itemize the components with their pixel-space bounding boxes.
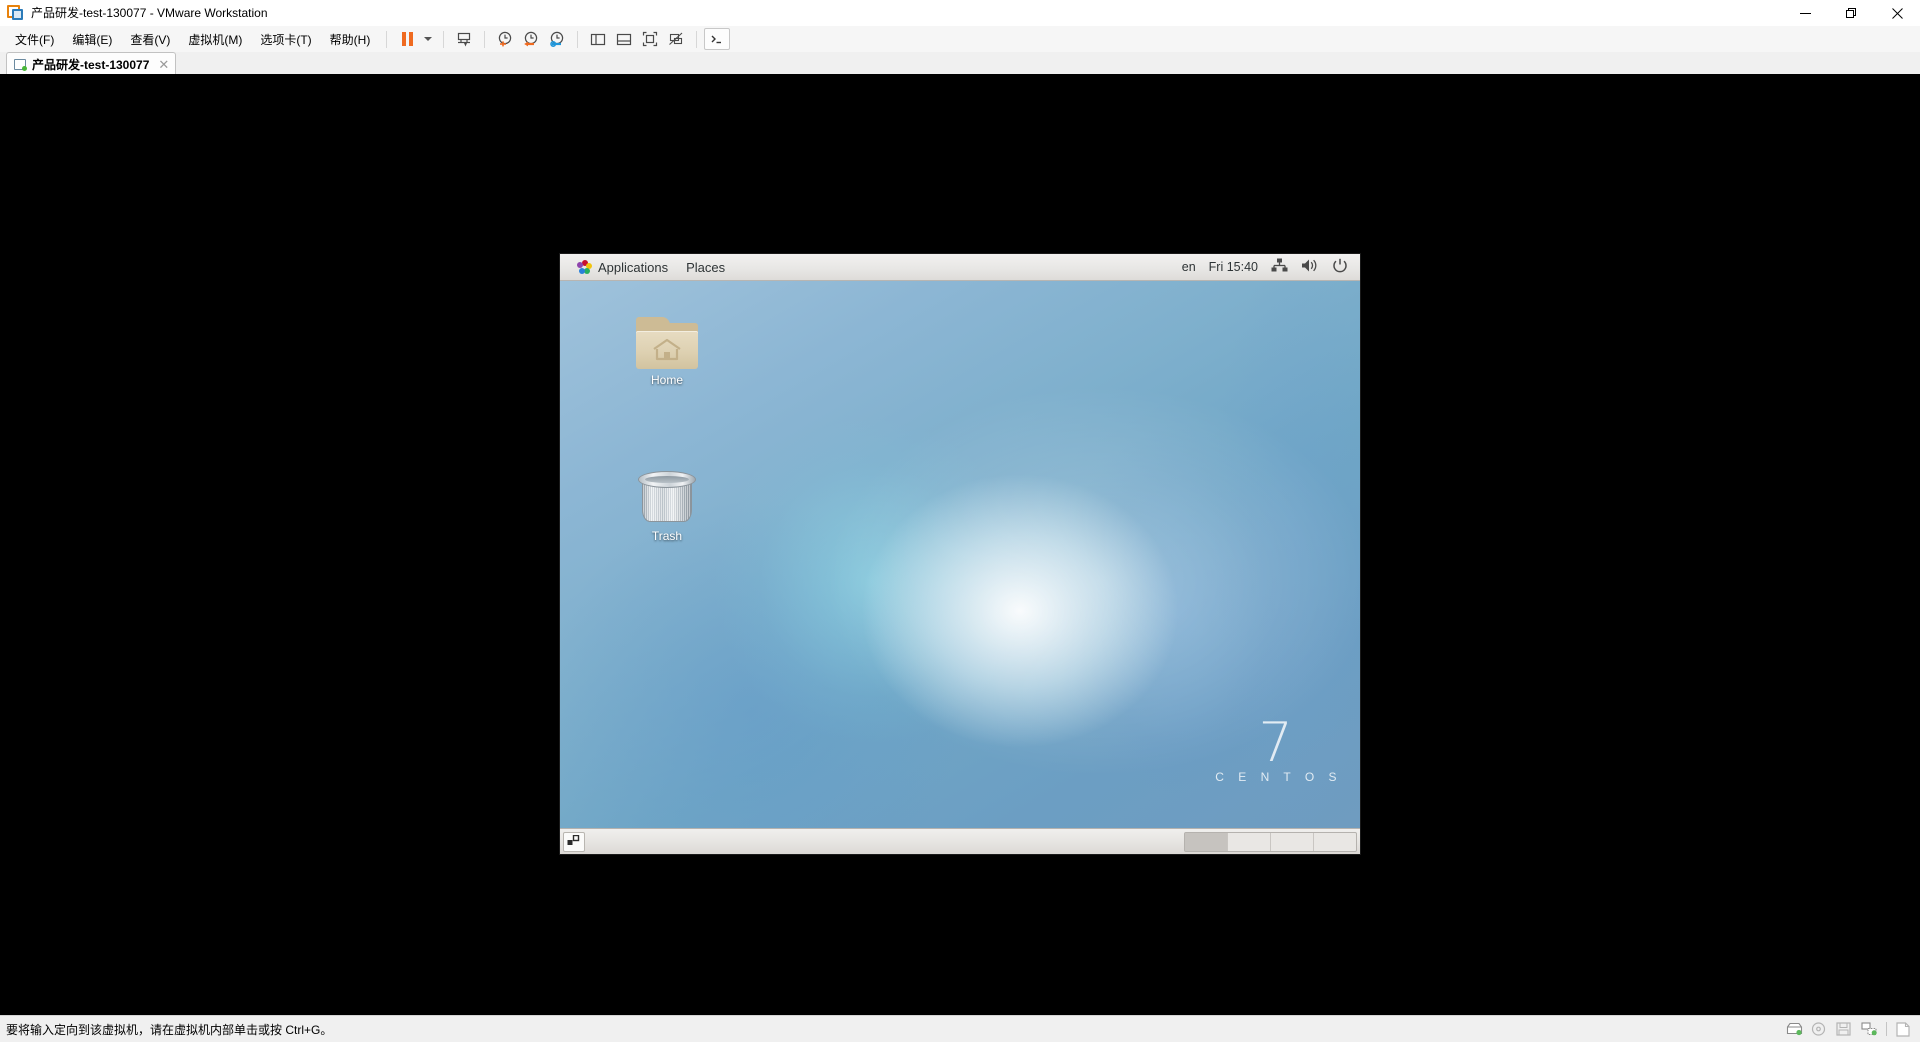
window-title: 产品研发-test-130077 - VMware Workstation	[31, 6, 268, 20]
show-library-button[interactable]	[585, 28, 611, 50]
statusbar-device-icons	[1786, 1022, 1920, 1037]
unity-mode-icon	[669, 32, 683, 45]
menu-edit[interactable]: 编辑(E)	[63, 28, 121, 51]
volume-icon[interactable]	[1301, 258, 1319, 276]
desktop-icon-home-label: Home	[650, 373, 683, 387]
applications-menu[interactable]: Applications	[568, 257, 677, 278]
restore-button[interactable]	[1828, 0, 1874, 26]
toolbar-separator-4	[577, 30, 579, 48]
workspace-4[interactable]	[1314, 832, 1356, 851]
toolbar-separator-2	[443, 30, 445, 48]
panel-bottom-icon	[617, 33, 632, 46]
statusbar-separator	[1886, 1022, 1887, 1036]
menu-tabs[interactable]: 选项卡(T)	[251, 28, 320, 51]
workspace-1[interactable]	[1185, 832, 1227, 851]
status-floppy-icon[interactable]	[1836, 1022, 1852, 1036]
desktop-icon-trash[interactable]: Trash	[624, 469, 710, 543]
centos-flower-icon	[577, 259, 592, 275]
power-dropdown-button[interactable]	[420, 28, 436, 50]
workspace-3[interactable]	[1271, 832, 1313, 851]
menu-view[interactable]: 查看(V)	[121, 28, 179, 51]
gnome-tray: en Fri 15:40	[1182, 258, 1352, 276]
menu-file[interactable]: 文件(F)	[6, 28, 63, 51]
applications-label: Applications	[598, 259, 669, 275]
minimize-button[interactable]	[1782, 0, 1828, 26]
status-cd-dvd-icon[interactable]	[1811, 1022, 1827, 1036]
clock-plus-icon	[499, 31, 512, 47]
terminal-icon	[711, 35, 722, 44]
places-menu[interactable]: Places	[677, 257, 734, 278]
guest-screen[interactable]: Applications Places en Fri 15:40 Home Tr…	[560, 254, 1360, 854]
vm-tab-product-rd[interactable]: 产品研发-test-130077 ✕	[6, 52, 177, 75]
panel-left-icon	[591, 33, 606, 46]
trash-can-icon	[638, 469, 696, 525]
vmware-workstation-icon	[7, 5, 23, 21]
desktop-icon-home[interactable]: Home	[624, 317, 710, 387]
show-thumbnail-bar-button[interactable]	[611, 28, 637, 50]
vm-tab-close-icon[interactable]: ✕	[158, 58, 169, 71]
clock[interactable]: Fri 15:40	[1209, 260, 1258, 274]
fullscreen-button[interactable]	[637, 28, 663, 50]
workspace-2[interactable]	[1228, 832, 1270, 851]
snapshot-icon	[458, 32, 471, 47]
home-folder-icon	[636, 317, 698, 369]
places-label: Places	[686, 259, 726, 275]
close-button[interactable]	[1874, 0, 1920, 26]
console-button[interactable]	[704, 28, 731, 50]
status-network-icon[interactable]	[1861, 1022, 1877, 1036]
revert-snapshot-button[interactable]	[518, 28, 544, 50]
chevron-down-icon	[424, 37, 433, 41]
take-snapshot-button[interactable]	[492, 28, 518, 50]
keyboard-layout-indicator[interactable]: en	[1182, 260, 1196, 274]
window-titlebar: 产品研发-test-130077 - VMware Workstation	[0, 0, 1920, 26]
toolbar-separator	[386, 30, 388, 48]
clock-back-icon	[524, 31, 538, 47]
snapshot-manager-button[interactable]	[544, 28, 570, 50]
toolbar-separator-5	[696, 30, 698, 48]
fullscreen-icon	[643, 31, 658, 47]
vm-tab-strip: 产品研发-test-130077 ✕	[0, 52, 1920, 76]
desktop-icon-layer: Home Trash	[560, 281, 1360, 828]
network-icon[interactable]	[1271, 258, 1288, 276]
desktop-icon-trash-label: Trash	[651, 529, 683, 543]
menu-help[interactable]: 帮助(H)	[321, 28, 380, 51]
status-printer-icon[interactable]	[1896, 1022, 1912, 1037]
show-desktop-icon	[567, 835, 580, 845]
unity-mode-button[interactable]	[663, 28, 689, 50]
pause-icon	[401, 32, 413, 46]
power-icon[interactable]	[1332, 258, 1348, 276]
workspace-switcher[interactable]	[1184, 831, 1357, 852]
vm-viewport[interactable]: Applications Places en Fri 15:40 Home Tr…	[0, 74, 1920, 1015]
toolbar-separator-3	[484, 30, 486, 48]
suspend-button[interactable]	[394, 28, 420, 50]
status-hard-disk-icon[interactable]	[1786, 1022, 1803, 1036]
menu-vm[interactable]: 虚拟机(M)	[179, 28, 251, 51]
vm-tab-label: 产品研发-test-130077	[32, 57, 150, 72]
gnome-top-panel: Applications Places en Fri 15:40	[560, 254, 1360, 281]
vm-powered-on-icon	[14, 58, 27, 71]
menu-toolbar-row: 文件(F) 编辑(E) 查看(V) 虚拟机(M) 选项卡(T) 帮助(H)	[0, 26, 1920, 52]
clock-settings-icon	[550, 31, 564, 48]
statusbar-message: 要将输入定向到该虚拟机，请在虚拟机内部单击或按 Ctrl+G。	[6, 1022, 333, 1037]
house-glyph-icon	[653, 338, 681, 361]
vmware-statusbar: 要将输入定向到该虚拟机，请在虚拟机内部单击或按 Ctrl+G。	[0, 1015, 1920, 1042]
manage-snapshot-button[interactable]	[451, 28, 477, 50]
window-controls	[1782, 0, 1920, 26]
gnome-bottom-panel	[560, 828, 1360, 854]
show-desktop-button[interactable]	[563, 831, 585, 852]
